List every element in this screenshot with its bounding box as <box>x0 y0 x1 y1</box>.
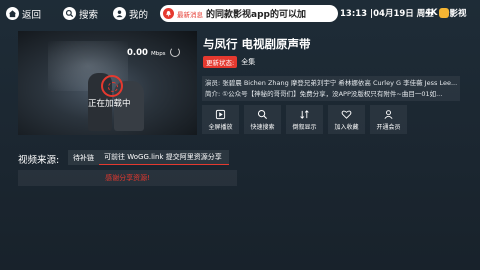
spinner-icon <box>170 47 180 57</box>
vip-icon <box>384 109 393 119</box>
favorite-button[interactable]: 加入收藏 <box>328 105 365 134</box>
mine-label: 我的 <box>129 9 149 21</box>
update-status: 更新状态: 全集 <box>203 56 255 68</box>
source-submit-button[interactable]: 可前往 WoGG.link 提交阿里资源分享 <box>99 150 229 165</box>
video-player[interactable]: 0.00 Mbps 正在加载中 <box>18 31 197 135</box>
bell-icon <box>163 8 174 19</box>
home-icon <box>6 7 19 20</box>
mine-button[interactable]: 我的 <box>113 5 148 22</box>
fullscreen-button[interactable]: 全屏播放 <box>202 105 239 134</box>
network-speed: 0.00 Mbps <box>127 48 166 58</box>
cast-line: 演员: 张碧晨 Bichen Zhang 摩登兄弟刘宇宁 希林娜依高 Curle… <box>205 79 457 87</box>
intro-line: 简介: ①公众号【神秘的哥哥们】免费分享，没APP没版权只有附件~曲目一01如.… <box>205 89 443 98</box>
news-tag: 最新消息 <box>177 10 203 19</box>
video-title: 与凤行 电视剧原声带 <box>203 37 311 51</box>
back-button[interactable]: 返回 <box>6 5 41 22</box>
loading-icon <box>101 75 123 97</box>
datetime: 13:13 |04月19日 周五 <box>340 9 434 19</box>
brand-suffix: 影视 <box>449 9 467 19</box>
brand-text: 4K <box>425 8 438 18</box>
search-label: 搜索 <box>79 9 99 21</box>
loading-text: 正在加载中 <box>88 99 131 109</box>
status-label: 更新状态: <box>203 56 238 68</box>
top-bar: 返回 搜索 我的 最新消息 的同款影视app的可以加 13:13 |04月19日… <box>0 0 480 28</box>
search-button[interactable]: 搜索 <box>63 5 98 22</box>
cat-icon <box>438 8 449 18</box>
search-icon <box>257 109 268 119</box>
reverse-order-label: 倒叙显示 <box>292 123 317 131</box>
reverse-order-button[interactable]: 倒叙显示 <box>286 105 323 134</box>
meta-box: 演员: 张碧晨 Bichen Zhang 摩登兄弟刘宇宁 希林娜依高 Curle… <box>202 76 460 101</box>
heart-icon <box>341 110 352 119</box>
source-label: 视频来源: <box>18 155 60 166</box>
news-text: 的同款影视app的可以加 <box>206 10 306 20</box>
vip-label: 开通会员 <box>376 123 401 131</box>
status-value: 全集 <box>241 58 256 66</box>
brand-logo: 4K 影视 <box>425 7 467 19</box>
back-label: 返回 <box>22 9 42 21</box>
search-icon <box>63 7 76 20</box>
source-pending-button[interactable]: 待补链 <box>68 150 99 165</box>
speed-value: 0.00 <box>127 48 148 58</box>
quick-search-button[interactable]: 快速搜索 <box>244 105 281 134</box>
action-bar: 全屏播放 快速搜索 倒叙显示 加入收藏 开通会员 <box>202 105 407 134</box>
speed-unit: Mbps <box>150 51 166 57</box>
thanks-bar: 感谢分享资源! <box>18 170 237 186</box>
fullscreen-icon <box>215 109 226 119</box>
vip-button[interactable]: 开通会员 <box>370 105 407 134</box>
news-marquee[interactable]: 最新消息 的同款影视app的可以加 <box>160 5 338 22</box>
favorite-label: 加入收藏 <box>334 123 359 131</box>
user-icon <box>113 7 126 20</box>
fullscreen-label: 全屏播放 <box>208 123 233 131</box>
sort-icon <box>300 109 309 119</box>
quick-search-label: 快速搜索 <box>250 123 275 131</box>
